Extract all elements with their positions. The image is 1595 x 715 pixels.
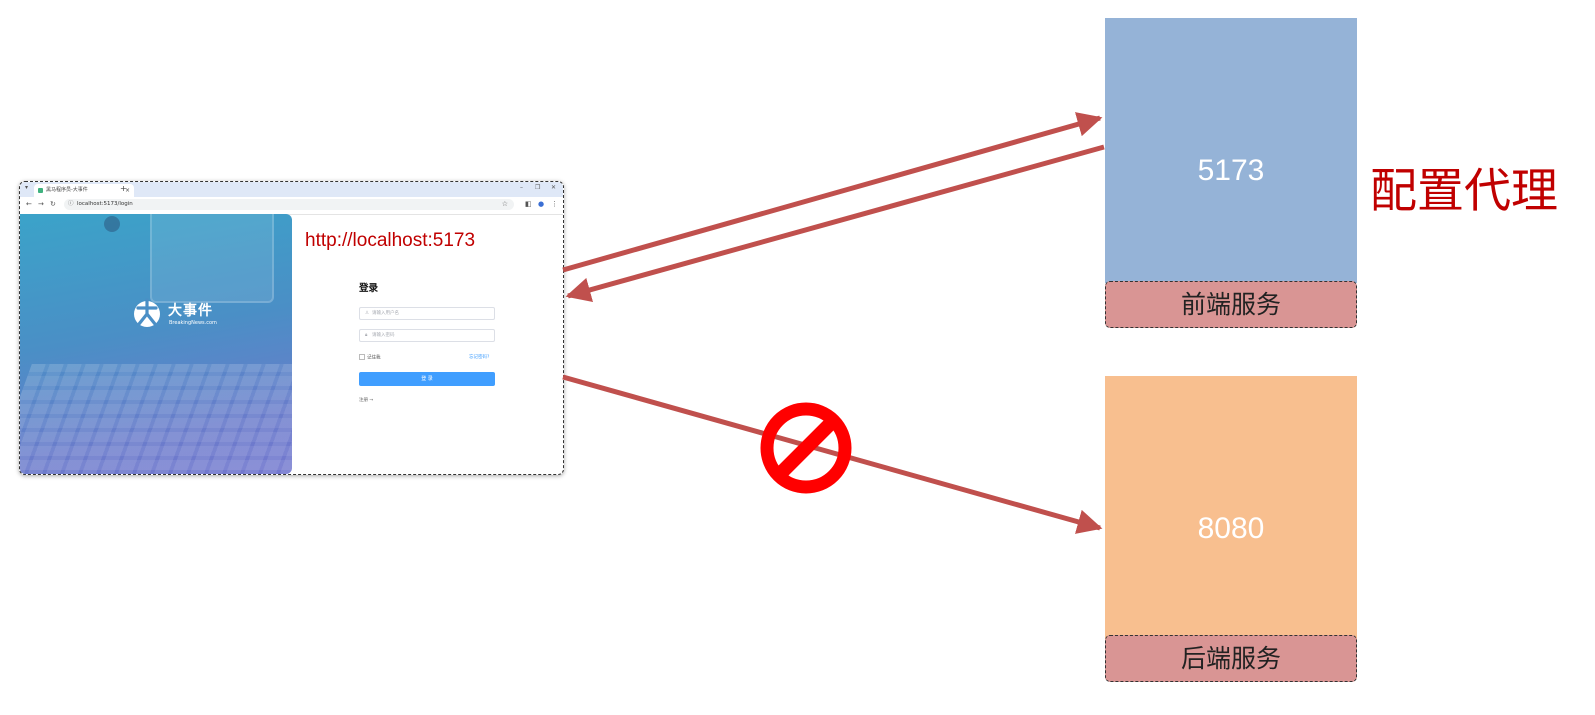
address-bar[interactable]: ⓘ localhost:5173/login ☆ bbox=[64, 199, 514, 210]
checkbox-icon[interactable] bbox=[359, 354, 365, 360]
backend-server: 8080 后端服务 bbox=[1105, 376, 1357, 686]
remember-label: 记住我 bbox=[367, 355, 381, 361]
origin-url-label: http://localhost:5173 bbox=[305, 230, 476, 251]
new-tab-icon[interactable]: + bbox=[120, 184, 127, 193]
brand-name: 大事件 bbox=[168, 303, 213, 319]
frontend-server-box bbox=[1105, 18, 1357, 283]
favicon-icon bbox=[38, 188, 43, 193]
proxy-config-label: 配置代理 bbox=[1370, 164, 1558, 219]
browser-screenshot: ▾ 黑马程序员-大事件 × + – ❐ ✕ ← → ↻ ⓘ localhost:… bbox=[19, 181, 564, 475]
menu-icon[interactable]: ⋮ bbox=[551, 200, 558, 208]
forbidden-icon bbox=[760, 402, 852, 494]
keyboard-illustration bbox=[20, 364, 292, 474]
sidepanel-icon[interactable]: ◧ bbox=[525, 200, 532, 208]
address-bar-url: localhost:5173/login bbox=[77, 201, 133, 207]
login-title: 登录 bbox=[359, 283, 379, 294]
browser-tab[interactable]: 黑马程序员-大事件 × bbox=[34, 184, 134, 197]
hero-image bbox=[20, 214, 292, 474]
login-button[interactable]: 登 录 bbox=[359, 372, 495, 386]
minimize-icon[interactable]: – bbox=[520, 184, 523, 191]
lock-icon: 🔒︎ bbox=[365, 333, 368, 338]
laptop-illustration bbox=[150, 214, 274, 303]
tab-dropdown-icon[interactable]: ▾ bbox=[25, 184, 28, 191]
tab-title: 黑马程序员-大事件 bbox=[46, 187, 88, 193]
site-info-icon[interactable]: ⓘ bbox=[68, 199, 74, 210]
password-field[interactable]: 🔒︎ 请输入密码 bbox=[359, 329, 495, 342]
frontend-port: 5173 bbox=[1197, 154, 1265, 187]
brand-logo-icon bbox=[134, 298, 160, 327]
request-to-frontend-arrow bbox=[562, 112, 1103, 273]
bookmark-star-icon[interactable]: ☆ bbox=[502, 199, 508, 210]
username-placeholder: 请输入用户名 bbox=[372, 311, 399, 316]
backend-service-label: 后端服务 bbox=[1105, 635, 1357, 682]
brand-domain: BreakingNews.com bbox=[169, 320, 217, 326]
remember-checkbox[interactable]: 记住我 bbox=[359, 354, 381, 361]
frontend-server: 5173 前端服务 bbox=[1105, 18, 1357, 328]
address-bar-row: ← → ↻ ⓘ localhost:5173/login ☆ ◧ ● ⋮ bbox=[20, 197, 563, 215]
reload-icon[interactable]: ↻ bbox=[50, 200, 56, 208]
register-link[interactable]: 注册 → bbox=[359, 397, 373, 403]
blocked-request-to-backend-arrow bbox=[562, 374, 1103, 534]
profile-icon[interactable]: ● bbox=[538, 200, 544, 208]
close-window-icon[interactable]: ✕ bbox=[551, 184, 556, 191]
tab-bar: ▾ 黑马程序员-大事件 × + – ❐ ✕ bbox=[20, 182, 563, 197]
forgot-password-link[interactable]: 忘记密码? bbox=[469, 354, 489, 360]
back-icon[interactable]: ← bbox=[26, 200, 32, 208]
forward-icon[interactable]: → bbox=[38, 200, 44, 208]
user-icon: ♙ bbox=[365, 311, 370, 316]
password-placeholder: 请输入密码 bbox=[372, 333, 395, 338]
username-field[interactable]: ♙ 请输入用户名 bbox=[359, 307, 495, 320]
frontend-service-label: 前端服务 bbox=[1105, 281, 1357, 328]
restore-icon[interactable]: ❐ bbox=[535, 184, 540, 191]
response-from-frontend-arrow bbox=[565, 144, 1105, 303]
backend-port: 8080 bbox=[1197, 512, 1265, 545]
apple-logo-icon bbox=[104, 216, 120, 232]
